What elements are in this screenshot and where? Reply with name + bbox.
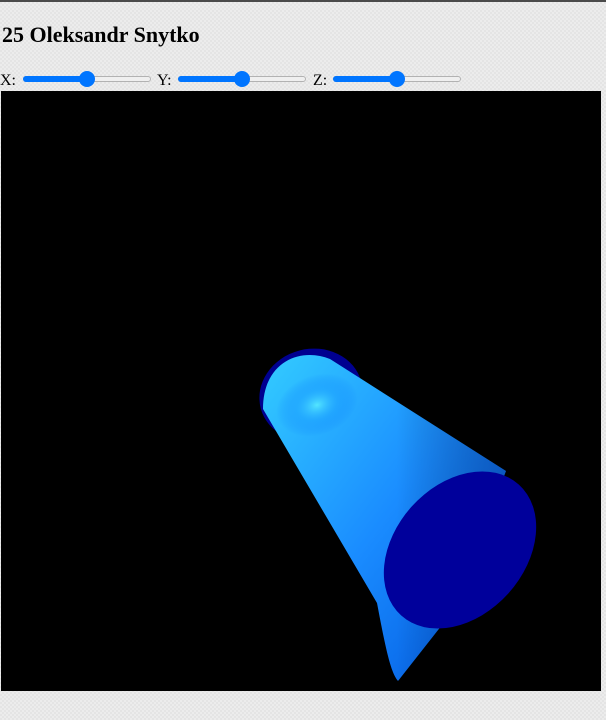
slider-fill <box>23 76 87 82</box>
webgl-canvas[interactable] <box>1 91 601 691</box>
slider-x[interactable] <box>23 71 151 87</box>
slider-y-label: Y: <box>157 72 172 89</box>
rotation-controls: X: Y: Z: <box>0 68 606 90</box>
window-top-border <box>0 0 606 2</box>
slider-z-label: Z: <box>313 72 328 89</box>
slider-x-label: X: <box>0 72 16 89</box>
slider-thumb[interactable] <box>234 71 250 87</box>
slider-thumb[interactable] <box>79 71 95 87</box>
slider-thumb[interactable] <box>389 71 405 87</box>
slider-z[interactable] <box>333 71 461 87</box>
scene-svg <box>259 348 537 681</box>
slider-y[interactable] <box>178 71 306 87</box>
slider-fill <box>178 76 242 82</box>
page-title: 25 Oleksandr Snytko <box>2 22 200 47</box>
slider-fill <box>333 76 397 82</box>
